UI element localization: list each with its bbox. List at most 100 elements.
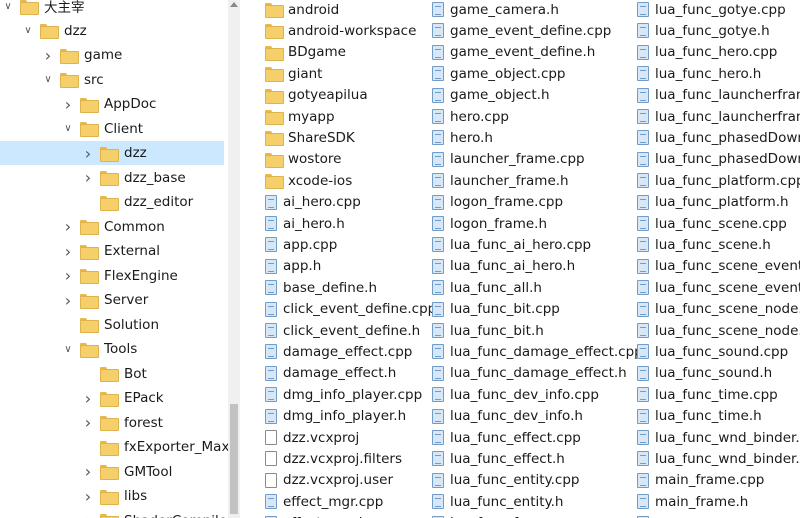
chevron-down-icon[interactable]: ∨ xyxy=(2,0,14,12)
folder-item[interactable]: xcode-ios xyxy=(265,170,352,191)
file-item[interactable]: lua_func_phasedDown.h xyxy=(637,149,800,170)
tree-item[interactable]: dzz_editor xyxy=(0,190,224,214)
file-item[interactable]: lua_func_bit.h xyxy=(432,320,544,341)
file-item[interactable]: lua_func_gotye.h xyxy=(637,20,770,41)
chevron-right-icon[interactable]: › xyxy=(62,266,74,285)
file-item[interactable]: lua_func_dev_info.cpp xyxy=(432,384,599,405)
file-item[interactable]: click_event_define.cpp xyxy=(265,299,436,320)
tree-item[interactable]: Bot xyxy=(0,362,224,386)
chevron-right-icon[interactable]: › xyxy=(62,291,74,310)
tree-item[interactable]: › dzz xyxy=(0,141,224,165)
file-item[interactable]: lua_func_damage_effect.cpp xyxy=(432,341,643,362)
file-item[interactable]: launcher_frame.cpp xyxy=(432,149,585,170)
file-item[interactable]: lua_func_damage_effect.h xyxy=(432,363,627,384)
file-item[interactable]: lua_func_sound.h xyxy=(637,363,772,384)
tree-item[interactable]: ∨ Tools xyxy=(0,337,224,361)
file-item[interactable]: main_frame.cpp xyxy=(637,470,764,491)
tree-item[interactable]: › libs xyxy=(0,484,224,508)
file-item[interactable]: lua_func_entity.cpp xyxy=(432,470,579,491)
tree-item[interactable]: › Server xyxy=(0,288,224,312)
file-item[interactable]: damage_effect.h xyxy=(265,363,396,384)
file-item[interactable]: dmg_info_player.h xyxy=(265,406,406,427)
scroll-up-arrow-icon[interactable] xyxy=(230,2,238,7)
chevron-right-icon[interactable]: › xyxy=(82,511,94,518)
file-item[interactable]: ai_hero.h xyxy=(265,213,345,234)
file-item[interactable]: lua_func_phasedDown.cpp xyxy=(637,127,800,148)
chevron-right-icon[interactable]: › xyxy=(82,144,94,163)
tree-item[interactable]: ∨ src xyxy=(0,68,224,92)
chevron-right-icon[interactable]: › xyxy=(82,389,94,408)
file-item[interactable]: game_event_define.h xyxy=(432,42,595,63)
file-item[interactable]: app.cpp xyxy=(265,234,337,255)
tree-item[interactable]: › game xyxy=(0,43,224,67)
file-item[interactable]: effect_mgr.h xyxy=(265,513,367,518)
file-item[interactable]: launcher_frame.h xyxy=(432,170,569,191)
chevron-down-icon[interactable]: ∨ xyxy=(62,123,74,135)
file-item[interactable]: lua_func_hero.cpp xyxy=(637,42,777,63)
chevron-right-icon[interactable]: › xyxy=(82,168,94,187)
chevron-right-icon[interactable]: › xyxy=(42,46,54,65)
file-item[interactable]: logon_frame.cpp xyxy=(432,192,563,213)
file-item[interactable]: ai_hero.cpp xyxy=(265,192,361,213)
scrollbar-thumb[interactable] xyxy=(230,404,238,514)
file-item[interactable]: lua_func_effect.cpp xyxy=(432,427,581,448)
file-item[interactable]: lua_func_launcherframe.h xyxy=(637,106,800,127)
file-item[interactable]: game_camera.h xyxy=(432,0,559,20)
folder-item[interactable]: giant xyxy=(265,63,322,84)
file-item[interactable]: lua_func_time.h xyxy=(637,406,762,427)
file-item[interactable]: lua_func_scene.cpp xyxy=(637,213,787,234)
file-item[interactable]: lua_func_wnd_binder.cpp xyxy=(637,427,800,448)
chevron-down-icon[interactable]: ∨ xyxy=(62,343,74,355)
tree-item[interactable]: ∨ 大主宰 xyxy=(0,0,224,18)
file-item[interactable]: logon_frame.h xyxy=(432,213,547,234)
navigation-scrollbar[interactable] xyxy=(228,0,240,518)
folder-item[interactable]: BDgame xyxy=(265,42,346,63)
file-item[interactable]: lua_func_launcherframe.cpp xyxy=(637,85,800,106)
file-item[interactable]: lua_func_scene_event.cpp xyxy=(637,256,800,277)
file-item[interactable]: lua_func_dev_info.h xyxy=(432,406,583,427)
file-item[interactable]: manager.cpp xyxy=(637,513,743,518)
file-item[interactable]: lua_func_bit.cpp xyxy=(432,299,560,320)
file-item[interactable]: app.h xyxy=(265,256,321,277)
file-item[interactable]: lua_func_sound.cpp xyxy=(637,341,788,362)
file-item[interactable]: hero.cpp xyxy=(432,106,509,127)
tree-item[interactable]: › Common xyxy=(0,215,224,239)
file-item[interactable]: click_event_define.h xyxy=(265,320,420,341)
file-item[interactable]: lua_func_hero.h xyxy=(637,63,761,84)
file-item[interactable]: lua_func_platform.h xyxy=(637,192,789,213)
file-item[interactable]: lua_func_scene.h xyxy=(637,234,771,255)
file-item[interactable]: lua_func_effect.h xyxy=(432,448,565,469)
chevron-right-icon[interactable]: › xyxy=(82,413,94,432)
file-item[interactable]: lua_func_scene_event.h xyxy=(637,277,800,298)
file-item[interactable]: game_object.h xyxy=(432,85,550,106)
file-item[interactable]: lua_func_wnd_binder.h xyxy=(637,448,800,469)
file-item[interactable]: game_event_define.cpp xyxy=(432,20,611,41)
chevron-down-icon[interactable]: ∨ xyxy=(22,25,34,37)
tree-item[interactable]: Solution xyxy=(0,313,224,337)
folder-item[interactable]: ShareSDK xyxy=(265,127,355,148)
file-item[interactable]: dzz.vcxproj.filters xyxy=(265,448,402,469)
tree-item[interactable]: › forest xyxy=(0,411,224,435)
chevron-right-icon[interactable]: › xyxy=(82,462,94,481)
tree-item[interactable]: › ShaderCompiler xyxy=(0,509,230,518)
file-item[interactable]: hero.h xyxy=(432,127,493,148)
folder-item[interactable]: android xyxy=(265,0,339,20)
tree-item[interactable]: fxExporter_Max xyxy=(0,435,229,459)
file-item[interactable]: lua_func_ai_hero.h xyxy=(432,256,575,277)
chevron-right-icon[interactable]: › xyxy=(62,217,74,236)
file-item[interactable]: base_define.h xyxy=(265,277,377,298)
file-item[interactable]: main_frame.h xyxy=(637,491,748,512)
file-item[interactable]: lua_func_entity.h xyxy=(432,491,563,512)
file-item[interactable]: dzz.vcxproj xyxy=(265,427,359,448)
tree-item[interactable]: ∨ dzz xyxy=(0,19,224,43)
file-item[interactable]: dmg_info_player.cpp xyxy=(265,384,422,405)
file-item[interactable]: lua_func_ai_hero.cpp xyxy=(432,234,591,255)
file-item[interactable]: lua_func_gotye.cpp xyxy=(637,0,786,20)
file-item[interactable]: lua_func_frame.cpp xyxy=(432,513,582,518)
file-item[interactable]: dzz.vcxproj.user xyxy=(265,470,393,491)
tree-item[interactable]: › AppDoc xyxy=(0,92,224,116)
tree-item[interactable]: ∨ Client xyxy=(0,117,224,141)
file-item[interactable]: lua_func_platform.cpp xyxy=(637,170,800,191)
tree-item[interactable]: › FlexEngine xyxy=(0,264,224,288)
file-item[interactable]: lua_func_scene_node.cpp xyxy=(637,299,800,320)
